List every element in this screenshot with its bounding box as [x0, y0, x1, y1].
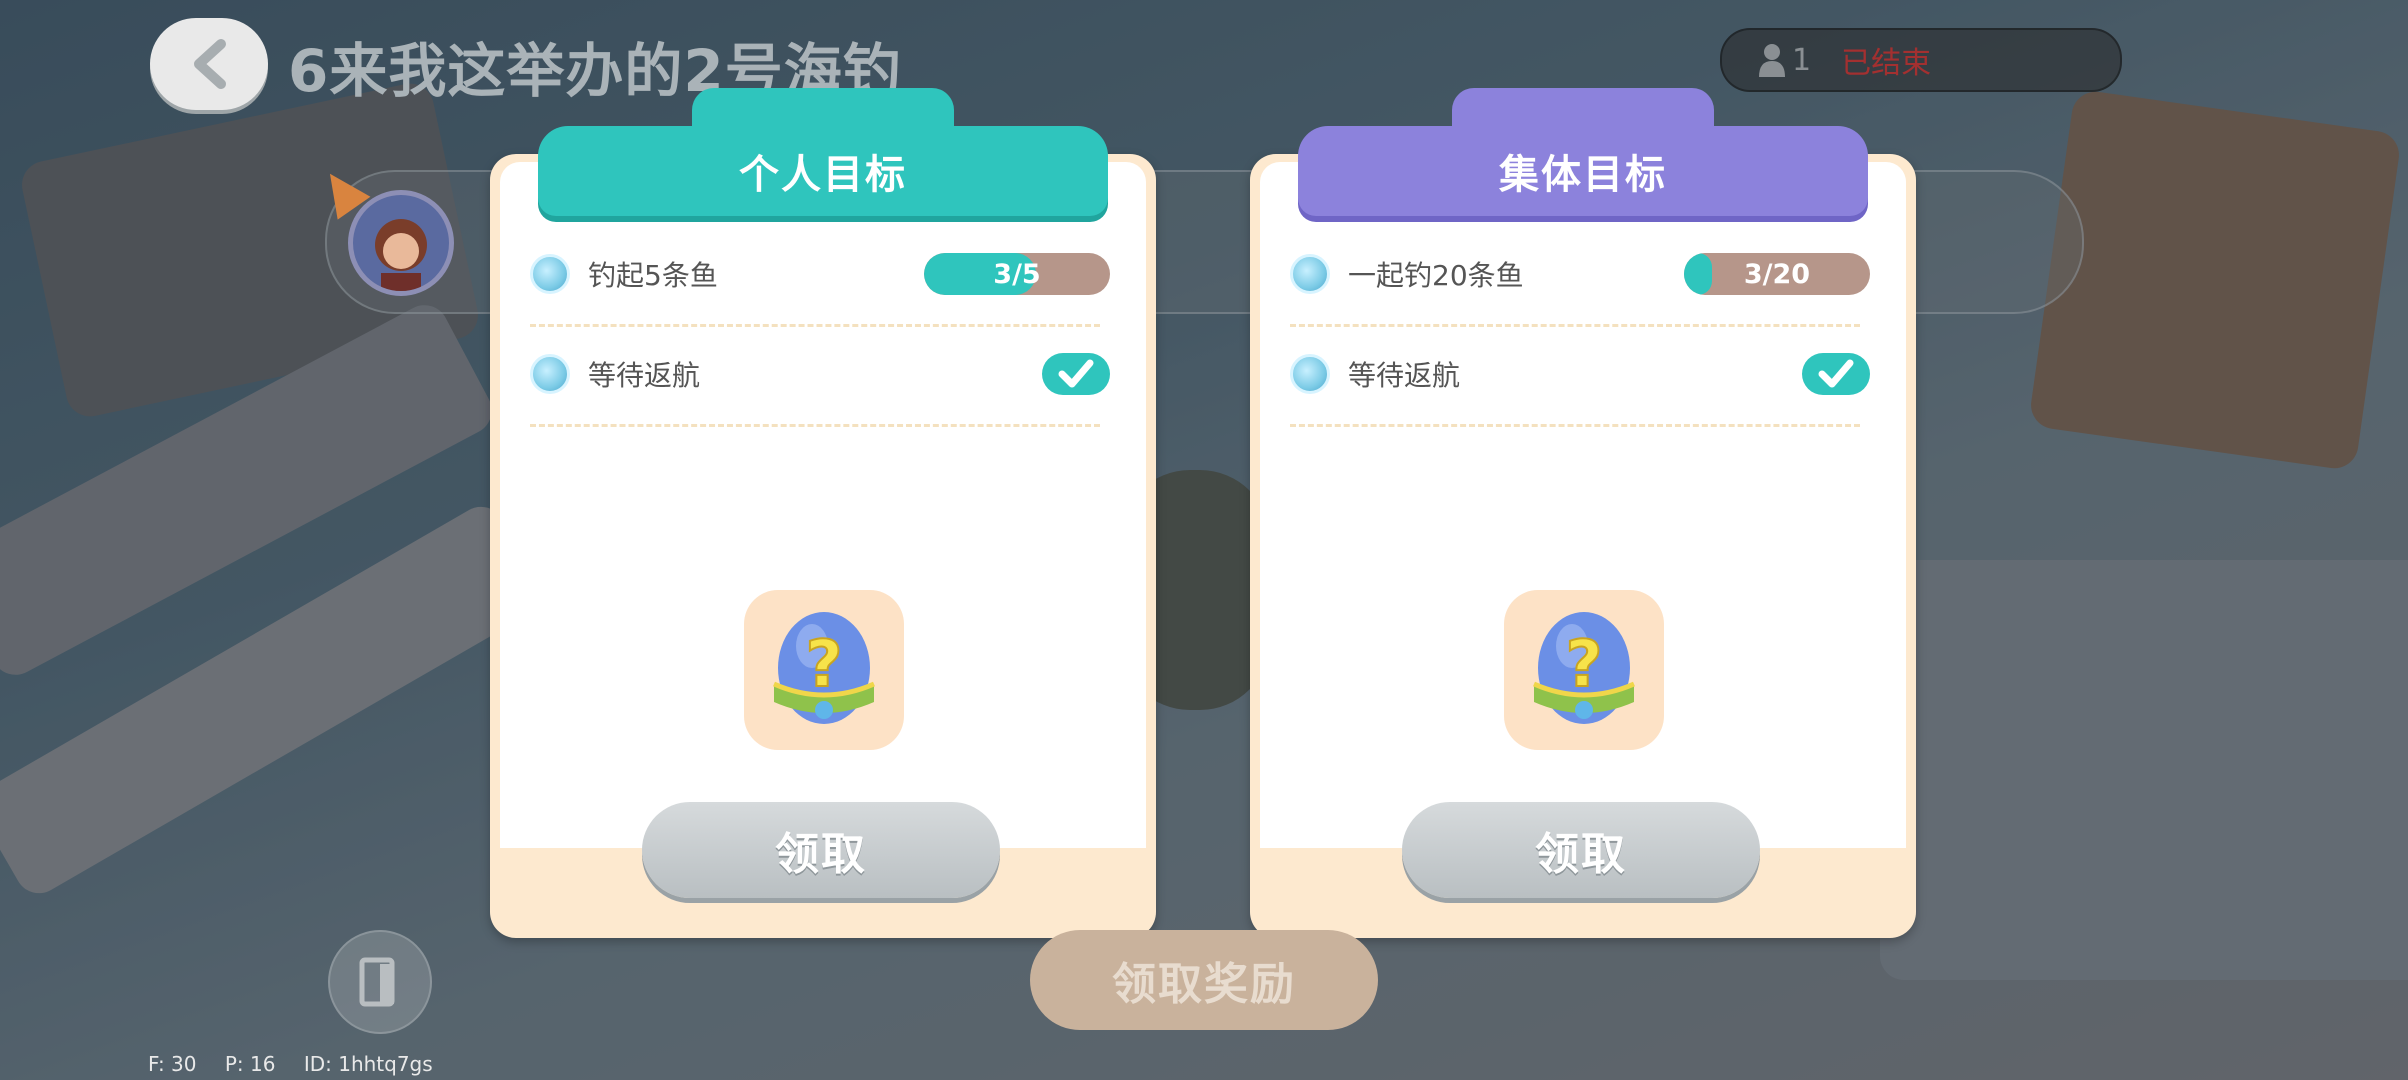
- status-bar: 1 已结束: [1720, 28, 2122, 92]
- card-title: 集体目标: [1298, 126, 1868, 216]
- goal-row-return: 等待返航: [1290, 339, 1870, 409]
- goal-row-return: 等待返航: [530, 339, 1110, 409]
- progress-text: 3/20: [1743, 258, 1811, 290]
- fish-icon: [1290, 254, 1330, 294]
- debug-id: ID: 1hhtq7gs: [303, 1052, 433, 1076]
- goal-row-team-fish: 一起钓20条鱼 3/20: [1290, 239, 1870, 309]
- goal-label: 等待返航: [588, 359, 701, 392]
- debug-fps: F: 30: [148, 1052, 197, 1076]
- globe-icon: [530, 354, 570, 394]
- svg-text:?: ?: [1565, 628, 1602, 702]
- progress-bar: 3/5: [924, 253, 1110, 295]
- debug-ping: P: 16: [224, 1052, 276, 1076]
- progress-text: 3/5: [993, 258, 1041, 290]
- personal-goal-card: 个人目标 钓起5条鱼 3/5 等待返航 ? 领取: [490, 88, 1156, 938]
- mystery-egg-icon: ?: [1532, 612, 1636, 724]
- goal-label: 一起钓20条鱼: [1348, 259, 1524, 292]
- goal-row-fish: 钓起5条鱼 3/5: [530, 239, 1110, 309]
- chevron-left-icon: [194, 39, 226, 89]
- game-scene-background: [0, 0, 2408, 1080]
- team-goal-card: 集体目标 一起钓20条鱼 3/20 等待返航 ? 领取: [1250, 88, 1916, 938]
- progress-bar: 3/20: [1684, 253, 1870, 295]
- claim-button[interactable]: 领取: [642, 802, 1000, 898]
- divider: [530, 324, 1100, 327]
- divider: [1290, 324, 1860, 327]
- check-icon: [1802, 353, 1870, 395]
- divider: [1290, 424, 1860, 427]
- player-count: 1: [1792, 42, 1812, 78]
- claim-all-rewards-button[interactable]: 领取奖励: [1030, 930, 1378, 1030]
- reward-box[interactable]: ?: [744, 590, 904, 750]
- goal-label: 等待返航: [1348, 359, 1461, 392]
- globe-icon: [1290, 354, 1330, 394]
- debug-info: F: 30 P: 16 ID: 1hhtq7gs: [148, 1052, 455, 1076]
- check-icon: [1042, 353, 1110, 395]
- goal-label: 钓起5条鱼: [588, 259, 718, 292]
- card-title: 个人目标: [538, 126, 1108, 216]
- claim-button[interactable]: 领取: [1402, 802, 1760, 898]
- back-button[interactable]: [150, 18, 268, 110]
- svg-text:?: ?: [805, 628, 842, 702]
- fish-icon: [530, 254, 570, 294]
- reward-box[interactable]: ?: [1504, 590, 1664, 750]
- person-icon: [1758, 43, 1786, 77]
- door-icon: [359, 957, 395, 1007]
- exit-button[interactable]: [328, 930, 432, 1034]
- mystery-egg-icon: ?: [772, 612, 876, 724]
- avatar: [348, 190, 454, 296]
- divider: [530, 424, 1100, 427]
- status-badge: 已结束: [1841, 46, 1932, 81]
